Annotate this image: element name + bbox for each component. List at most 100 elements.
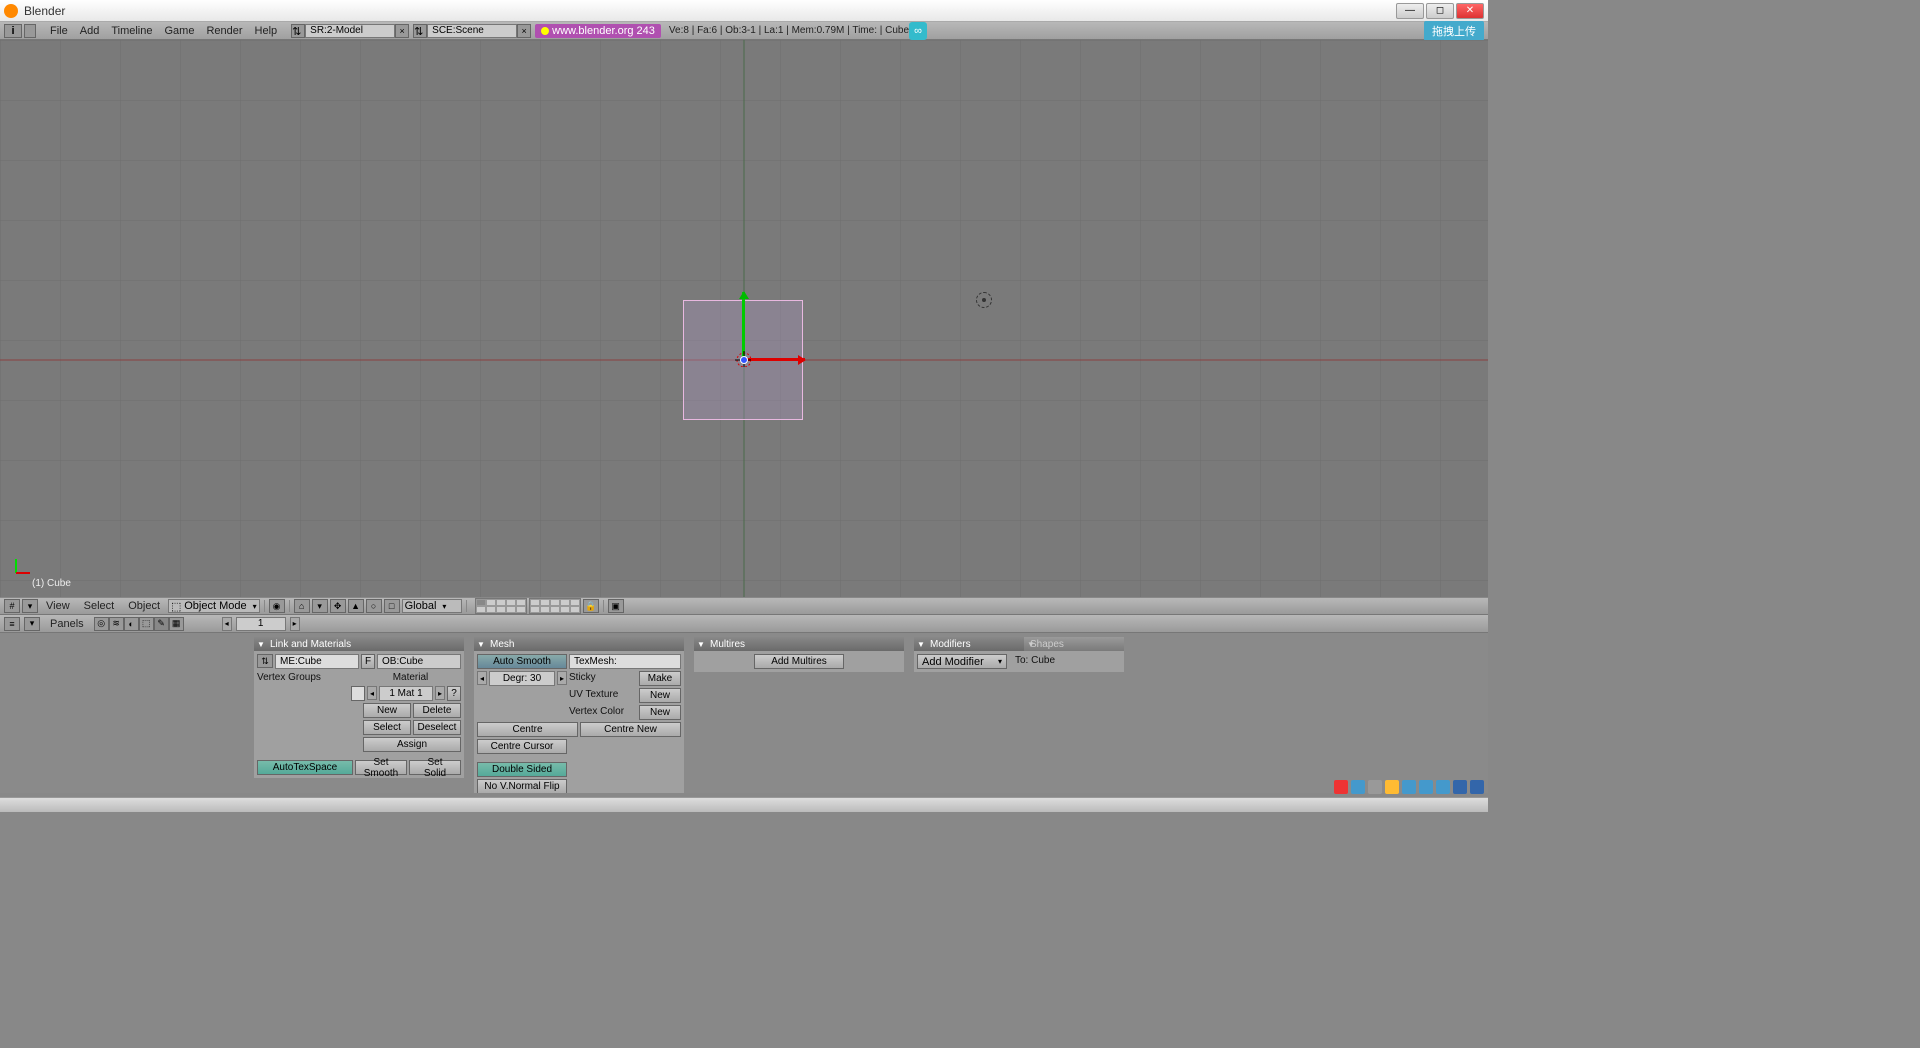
mat-preview[interactable] <box>351 686 365 701</box>
centre-button[interactable]: Centre <box>477 722 578 737</box>
panel-hdr-multires[interactable]: Multires <box>694 637 904 651</box>
tray-ime-icon[interactable] <box>1334 780 1348 794</box>
menu-game[interactable]: Game <box>158 25 200 37</box>
render-preview-button[interactable]: ▣ <box>608 599 624 613</box>
upload-button[interactable]: 拖拽上传 <box>1424 21 1484 41</box>
ctx-shading-icon[interactable]: ◐ <box>124 617 139 631</box>
object-name-field[interactable]: OB:Cube <box>377 654 461 669</box>
mat-new-button[interactable]: New <box>363 703 411 718</box>
pivot-button[interactable]: ⌂ <box>294 599 310 613</box>
ctx-editing-icon[interactable]: ✎ <box>154 617 169 631</box>
vp-menu-object[interactable]: Object <box>122 600 166 612</box>
mat-assign-button[interactable]: Assign <box>363 737 461 752</box>
set-smooth-button[interactable]: Set Smooth <box>355 760 407 775</box>
degr-field[interactable]: Degr: 30 <box>489 671 555 686</box>
centre-cursor-button[interactable]: Centre Cursor <box>477 739 567 754</box>
fake-user-button[interactable]: F <box>361 654 375 669</box>
ctx-script-icon[interactable]: ≋ <box>109 617 124 631</box>
screen-selector[interactable]: ⇅ SR:2-Model × <box>291 24 409 38</box>
texmesh-field[interactable]: TexMesh: <box>569 654 681 669</box>
panels-menu[interactable]: Panels <box>44 618 90 630</box>
screen-browse-icon[interactable]: ⇅ <box>291 24 305 38</box>
frame-prev[interactable]: ◂ <box>222 617 232 631</box>
tab-shapes[interactable]: Shapes <box>1024 637 1124 651</box>
minimize-button[interactable]: — <box>1396 3 1424 19</box>
viewport-type-icon[interactable]: # <box>4 599 20 613</box>
degr-next[interactable]: ▸ <box>557 671 567 685</box>
scene-browse-icon[interactable]: ⇅ <box>413 24 427 38</box>
screen-delete-button[interactable]: × <box>395 24 409 38</box>
pivot-dropdown[interactable]: ▾ <box>312 599 328 613</box>
windows-taskbar[interactable] <box>0 797 1488 812</box>
ctx-logic-icon[interactable]: ◎ <box>94 617 109 631</box>
draw-type-button[interactable]: ◉ <box>269 599 285 613</box>
menu-add[interactable]: Add <box>74 25 106 37</box>
screen-name-field[interactable]: SR:2-Model <box>305 24 395 38</box>
sticky-make-button[interactable]: Make <box>639 671 681 686</box>
mat-prev[interactable]: ◂ <box>367 686 377 700</box>
vcolor-new-button[interactable]: New <box>639 705 681 720</box>
gizmo-origin[interactable] <box>740 356 748 364</box>
translate-manipulator[interactable]: ▲ <box>348 599 364 613</box>
set-solid-button[interactable]: Set Solid <box>409 760 461 775</box>
mat-next[interactable]: ▸ <box>435 686 445 700</box>
layer-buttons[interactable] <box>475 598 581 614</box>
tray-icon-3[interactable] <box>1385 780 1399 794</box>
add-multires-button[interactable]: Add Multires <box>754 654 844 669</box>
uvtex-new-button[interactable]: New <box>639 688 681 703</box>
panel-hdr-mesh[interactable]: Mesh <box>474 637 684 651</box>
buttons-type-icon[interactable]: ≡ <box>4 617 20 631</box>
double-sided-button[interactable]: Double Sided <box>477 762 567 777</box>
ctx-object-icon[interactable]: ⬚ <box>139 617 154 631</box>
panel-hdr-link-materials[interactable]: Link and Materials <box>254 637 464 651</box>
mat-help[interactable]: ? <box>447 686 461 701</box>
menu-render[interactable]: Render <box>200 25 248 37</box>
orientation-selector[interactable]: Global▾ <box>402 599 462 613</box>
scene-selector[interactable]: ⇅ SCE:Scene × <box>413 24 531 38</box>
3d-viewport[interactable]: (1) Cube <box>0 40 1488 597</box>
tray-icon-6[interactable] <box>1436 780 1450 794</box>
window-type-icon[interactable]: i <box>4 24 22 38</box>
manipulator-toggle[interactable]: ✥ <box>330 599 346 613</box>
tray-icon-1[interactable] <box>1351 780 1365 794</box>
me-browse-icon[interactable]: ⇅ <box>257 654 273 668</box>
mat-index[interactable]: 1 Mat 1 <box>379 686 433 701</box>
vp-menu-select[interactable]: Select <box>78 600 121 612</box>
add-modifier-button[interactable]: Add Modifier▾ <box>917 654 1007 669</box>
auto-smooth-button[interactable]: Auto Smooth <box>477 654 567 669</box>
frame-next[interactable]: ▸ <box>290 617 300 631</box>
close-button[interactable]: ✕ <box>1456 3 1484 19</box>
maximize-button[interactable]: ◻ <box>1426 3 1454 19</box>
tab-modifiers[interactable]: Modifiers <box>914 637 1024 651</box>
buttons-type-dropdown[interactable]: ▾ <box>24 617 40 631</box>
ctx-scene-icon[interactable]: ▦ <box>169 617 184 631</box>
mat-select-button[interactable]: Select <box>363 720 411 735</box>
autotexspace-button[interactable]: AutoTexSpace <box>257 760 353 775</box>
menu-file[interactable]: File <box>44 25 74 37</box>
scale-manipulator[interactable]: □ <box>384 599 400 613</box>
window-type-dropdown[interactable] <box>24 24 36 38</box>
menu-timeline[interactable]: Timeline <box>105 25 158 37</box>
lock-layers-icon[interactable]: 🔒 <box>583 599 599 613</box>
tray-icon-5[interactable] <box>1419 780 1433 794</box>
tray-icon-4[interactable] <box>1402 780 1416 794</box>
mesh-name-field[interactable]: ME:Cube <box>275 654 359 669</box>
tray-icon-2[interactable] <box>1368 780 1382 794</box>
no-vnormal-button[interactable]: No V.Normal Flip <box>477 779 567 793</box>
degr-prev[interactable]: ◂ <box>477 671 487 685</box>
gizmo-y-axis[interactable] <box>742 292 745 360</box>
vp-menu-view[interactable]: View <box>40 600 76 612</box>
blender-url-pill[interactable]: www.blender.org 243 <box>535 24 661 38</box>
centre-new-button[interactable]: Centre New <box>580 722 681 737</box>
tray-icon-8[interactable] <box>1470 780 1484 794</box>
upload-logo-icon[interactable]: ∞ <box>909 22 927 40</box>
mat-delete-button[interactable]: Delete <box>413 703 461 718</box>
rotate-manipulator[interactable]: ○ <box>366 599 382 613</box>
scene-delete-button[interactable]: × <box>517 24 531 38</box>
tray-icon-7[interactable] <box>1453 780 1467 794</box>
viewport-type-dropdown[interactable]: ▾ <box>22 599 38 613</box>
frame-field[interactable]: 1 <box>236 617 286 631</box>
mat-deselect-button[interactable]: Deselect <box>413 720 461 735</box>
mode-selector[interactable]: ⬚ Object Mode▾ <box>168 599 260 613</box>
lamp-object[interactable] <box>976 292 992 308</box>
